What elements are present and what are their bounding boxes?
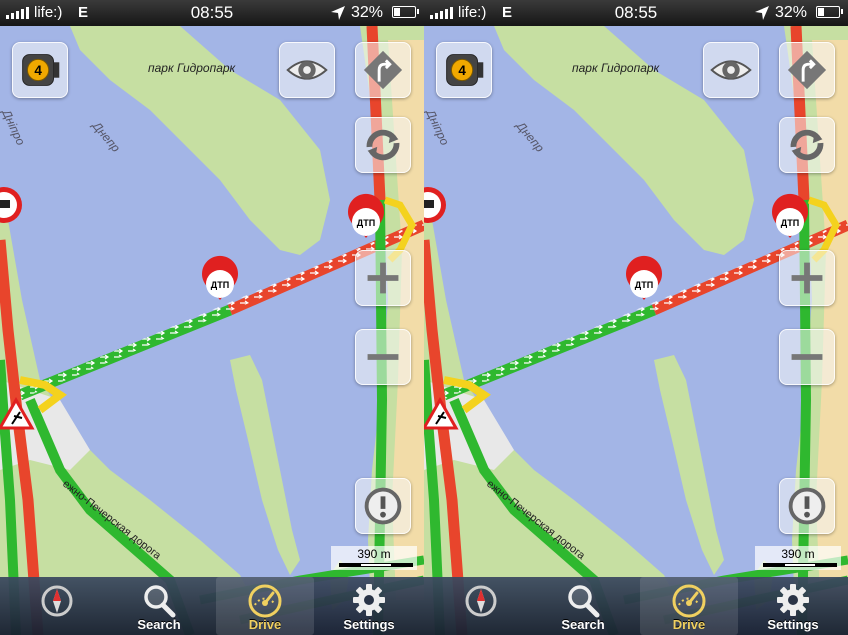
route-button[interactable]	[355, 42, 411, 98]
refresh-traffic-button[interactable]	[355, 117, 411, 173]
zoom-out-button[interactable]	[355, 329, 411, 385]
tab-search[interactable]: Search	[110, 577, 208, 635]
minus-icon	[367, 354, 399, 360]
exclamation-icon	[788, 487, 826, 525]
traffic-light-icon: 4	[446, 54, 484, 86]
report-incident-button[interactable]	[355, 478, 411, 534]
scale-bar	[763, 563, 837, 567]
traffic-level-value: 4	[458, 63, 466, 78]
battery-fill	[394, 8, 401, 16]
location-arrow-icon	[755, 6, 769, 20]
tab-label: Settings	[343, 617, 395, 632]
incident-label: ДТП	[357, 218, 375, 228]
zoom-in-button[interactable]	[779, 250, 835, 306]
magnifier-icon	[568, 585, 600, 618]
map-scale: 390 m	[755, 546, 841, 570]
gear-icon	[777, 584, 809, 616]
scale-label: 390 m	[781, 547, 815, 561]
minus-icon	[791, 354, 823, 360]
report-incident-button[interactable]	[779, 478, 835, 534]
battery-icon	[392, 6, 419, 18]
phone-screen-left: парк Гидропарк Днепр Днiпро ежно-Печерск…	[0, 0, 424, 635]
tab-label: Drive	[248, 617, 282, 632]
traffic-level-button[interactable]: 4	[436, 42, 492, 98]
battery-icon	[816, 6, 843, 18]
map-scale: 390 m	[331, 546, 417, 570]
tab-label: Search	[561, 617, 605, 632]
tab-search[interactable]: Search	[534, 577, 632, 635]
refresh-traffic-button[interactable]	[779, 117, 835, 173]
scale-label: 390 m	[357, 547, 391, 561]
speedometer-icon	[672, 584, 706, 618]
park-label: парк Гидропарк	[572, 61, 661, 75]
traffic-level-value: 4	[34, 63, 42, 78]
refresh-icon	[366, 129, 400, 161]
exclamation-icon	[364, 487, 402, 525]
tab-drive[interactable]: Drive	[216, 577, 314, 635]
tab-drive[interactable]: Drive	[640, 577, 738, 635]
tab-map[interactable]	[432, 577, 530, 635]
incident-label: ДТП	[635, 280, 653, 290]
incident-label: ДТП	[211, 280, 229, 290]
park-label: парк Гидропарк	[148, 61, 237, 75]
route-turn-icon	[787, 50, 827, 90]
compass-icon	[465, 585, 497, 617]
tab-label: Drive	[672, 617, 706, 632]
plus-icon	[791, 262, 823, 294]
refresh-icon	[790, 129, 824, 161]
location-arrow-icon	[331, 6, 345, 20]
tab-bar: Search Drive Settings	[0, 577, 424, 635]
tab-settings[interactable]: Settings	[320, 577, 418, 635]
battery-percent: 32%	[351, 4, 384, 21]
tab-bar: Search Drive Settings	[424, 577, 848, 635]
eye-icon	[710, 60, 752, 80]
eye-icon	[286, 60, 328, 80]
compass-icon	[41, 585, 73, 617]
plus-icon	[367, 262, 399, 294]
layers-visibility-button[interactable]	[703, 42, 759, 98]
gear-icon	[353, 584, 385, 616]
zoom-in-button[interactable]	[355, 250, 411, 306]
traffic-level-button[interactable]: 4	[12, 42, 68, 98]
zoom-out-button[interactable]	[779, 329, 835, 385]
tab-settings[interactable]: Settings	[744, 577, 842, 635]
status-bar: life:) E 08:55 32%	[0, 0, 424, 26]
tab-map[interactable]	[8, 577, 106, 635]
layers-visibility-button[interactable]	[279, 42, 335, 98]
route-turn-icon	[363, 50, 403, 90]
tab-label: Settings	[767, 617, 819, 632]
battery-percent: 32%	[775, 4, 808, 21]
scale-bar	[339, 563, 413, 567]
battery-fill	[818, 8, 825, 16]
traffic-light-icon: 4	[22, 54, 60, 86]
tab-label: Search	[137, 617, 181, 632]
phone-screen-right: парк Гидропарк Днепр Днiпро ежно-Печерск…	[424, 0, 848, 635]
incident-label: ДТП	[781, 218, 799, 228]
route-button[interactable]	[779, 42, 835, 98]
status-bar: life:) E 08:55 32%	[424, 0, 848, 26]
speedometer-icon	[248, 584, 282, 618]
magnifier-icon	[144, 585, 176, 618]
